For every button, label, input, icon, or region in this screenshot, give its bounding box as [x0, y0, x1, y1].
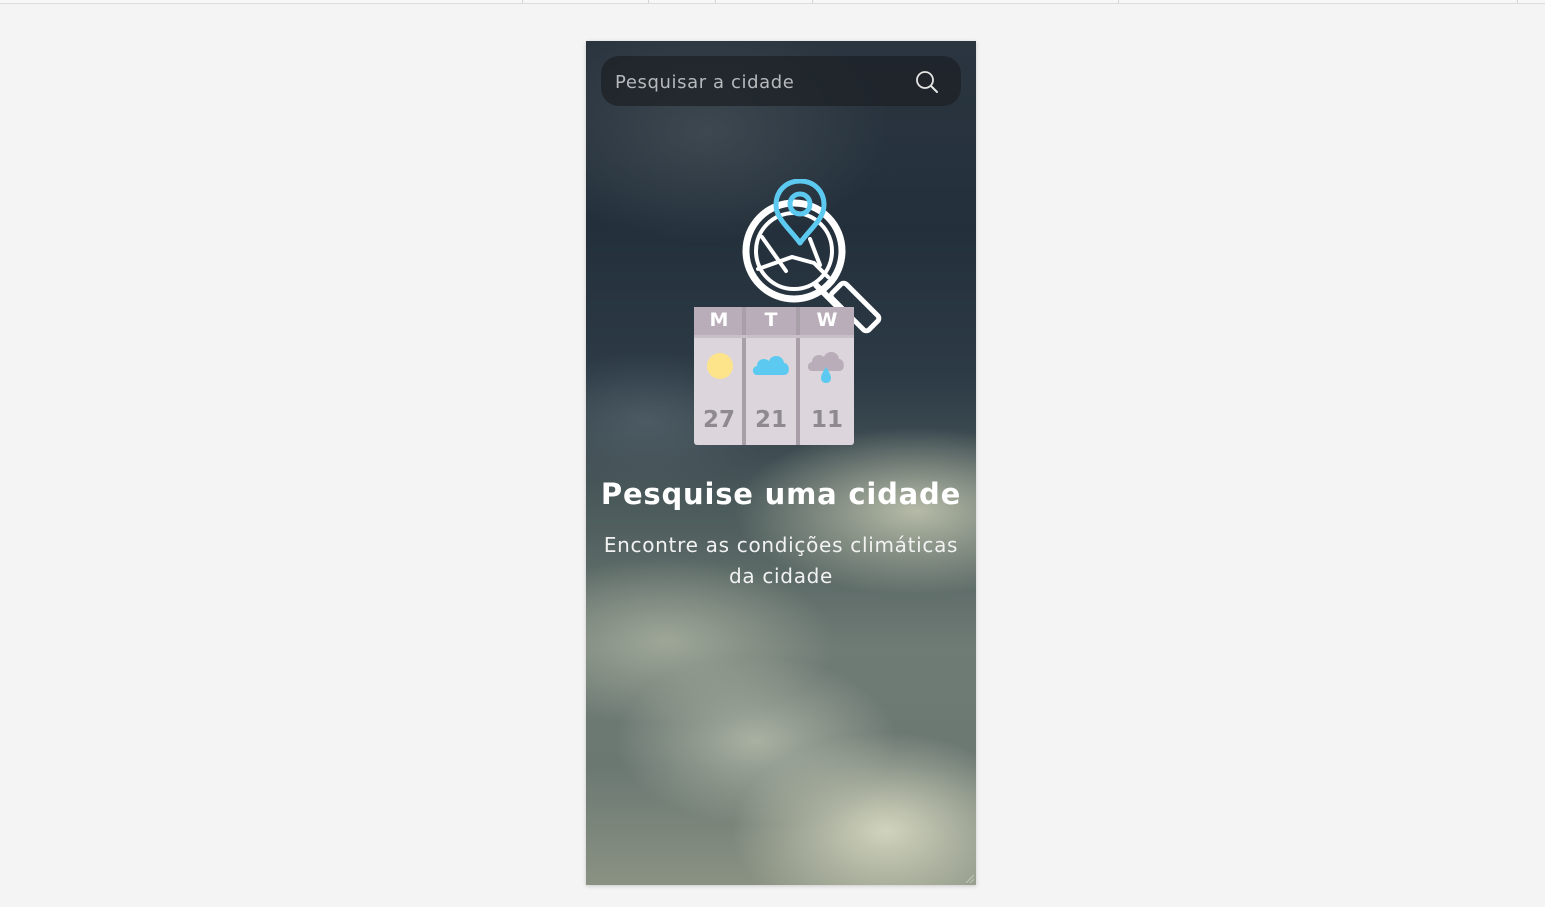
empty-state-title: Pesquise uma cidade: [600, 477, 962, 511]
calendar-day-tuesday: T 21: [746, 307, 796, 445]
weather-app-viewport: M 27 T 21 W 11 Pesquise uma cidade Encon…: [586, 41, 976, 885]
subtitle-line: da cidade: [728, 564, 834, 588]
calendar-day-monday: M 27: [694, 307, 744, 445]
top-divider: [1118, 0, 1119, 3]
subtitle-line: Encontre as condições climáticas: [603, 533, 959, 557]
day-temperature: 27: [702, 407, 735, 433]
day-temperature: 21: [754, 407, 787, 433]
rain-cloud-icon: [807, 351, 844, 383]
browser-top-edge: [0, 0, 1545, 4]
calendar-day-wednesday: W 11: [800, 307, 854, 445]
top-divider: [812, 0, 813, 3]
day-letter: W: [816, 309, 838, 331]
day-letter: M: [709, 309, 729, 331]
cloud-icon: [752, 355, 789, 375]
city-search-input[interactable]: [613, 56, 907, 108]
search-button[interactable]: [913, 68, 941, 96]
search-icon: [916, 71, 938, 93]
sun-icon: [707, 353, 733, 379]
top-divider: [715, 0, 716, 3]
resize-grip-icon[interactable]: [964, 873, 974, 883]
day-temperature: 11: [810, 407, 843, 433]
search-bar: [601, 56, 961, 108]
top-divider: [522, 0, 523, 3]
top-divider: [648, 0, 649, 3]
weather-search-illustration: M 27 T 21 W 11: [692, 178, 902, 449]
top-divider: [1517, 0, 1518, 3]
empty-state-subtitle: Encontre as condições climáticas da cida…: [586, 530, 976, 592]
day-letter: T: [764, 309, 778, 331]
